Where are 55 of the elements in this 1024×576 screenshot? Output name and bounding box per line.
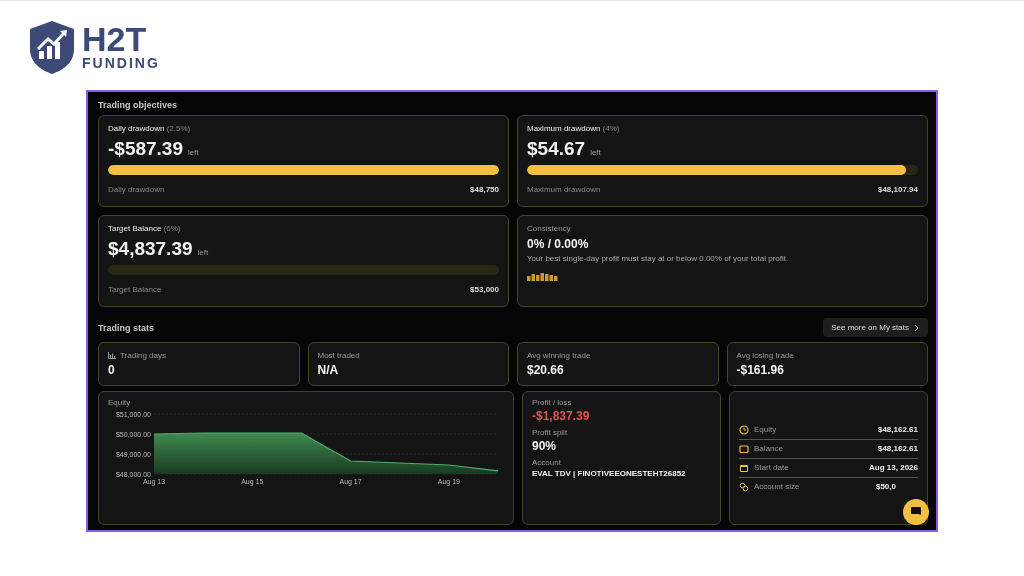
account-value: Aug 13, 2026 xyxy=(869,463,918,472)
card-title: Daily drawdown (2.5%) xyxy=(108,124,192,133)
left-label: left xyxy=(197,248,209,257)
footer-value: $53,000 xyxy=(470,285,499,294)
chart-title: Equity xyxy=(108,398,132,407)
profit-value: -$1,837.39 xyxy=(532,409,591,423)
footer-label: Maximum drawdown xyxy=(527,185,601,194)
left-label: left xyxy=(188,148,199,157)
stat-label: Avg losing trade xyxy=(736,351,794,360)
stat-value: $20.66 xyxy=(527,363,565,377)
bar-chart-icon xyxy=(108,352,116,359)
footer-label: Daily drawdown xyxy=(108,185,165,194)
stat-label: Trading days xyxy=(120,351,166,360)
amount-left: $4,837.39 xyxy=(108,238,193,260)
account-value: $50,0 xyxy=(875,482,896,491)
stat-label: Most traded xyxy=(317,351,360,360)
left-label: left xyxy=(590,148,601,157)
card-title: Maximum drawdown (4%) xyxy=(527,124,621,133)
account-label: Balance xyxy=(754,444,783,453)
clock-icon xyxy=(739,424,749,435)
see-more-button[interactable]: See more on My stats xyxy=(823,318,928,337)
stat-value: N/A xyxy=(317,363,340,377)
account-label: Start date xyxy=(754,463,789,472)
coins-icon xyxy=(739,481,749,492)
section-title: Trading objectives xyxy=(98,100,179,110)
amount-left: -$587.39 xyxy=(108,138,183,160)
wallet-icon xyxy=(739,443,749,454)
consistency-description: Your best single-day profit must stay at or below 0.00% of your total profit. xyxy=(527,254,790,263)
footer-value: $48,107.94 xyxy=(877,185,918,194)
stat-value: -$161.96 xyxy=(736,363,785,377)
card-title: Target Balance (6%) xyxy=(108,224,182,233)
footer-value: $48,750 xyxy=(470,185,499,194)
profit-label: Account xyxy=(532,458,562,467)
stat-value: 0 xyxy=(108,363,116,377)
profit-label: Profit / loss xyxy=(532,398,573,407)
footer-label: Target Balance xyxy=(108,285,162,294)
bar-chart-icon xyxy=(527,271,559,281)
amount-left: $54.67 xyxy=(527,138,586,160)
stat-label: Avg winning trade xyxy=(527,351,591,360)
account-label: Account size xyxy=(754,482,800,491)
shield-logo-icon xyxy=(28,19,76,75)
account-label: Equity xyxy=(754,425,777,434)
profit-label: Profit split xyxy=(532,428,569,437)
chevron-right-icon xyxy=(914,323,920,332)
calendar-icon xyxy=(739,462,749,473)
profit-value: EVAL TDV | FINOTIVEEONESTEHT26852 xyxy=(532,469,687,478)
consistency-value: 0% / 0.00% xyxy=(527,237,590,251)
account-value: $48,162.61 xyxy=(877,444,918,453)
section-title: Trading stats xyxy=(98,322,154,333)
profit-value: 90% xyxy=(532,439,558,453)
brand-name: H2T xyxy=(82,23,148,55)
account-value: $48,162.61 xyxy=(877,425,918,434)
card-title: Consistency xyxy=(527,224,572,233)
chat-icon xyxy=(910,506,922,518)
brand-tagline: FUNDING xyxy=(82,55,160,71)
